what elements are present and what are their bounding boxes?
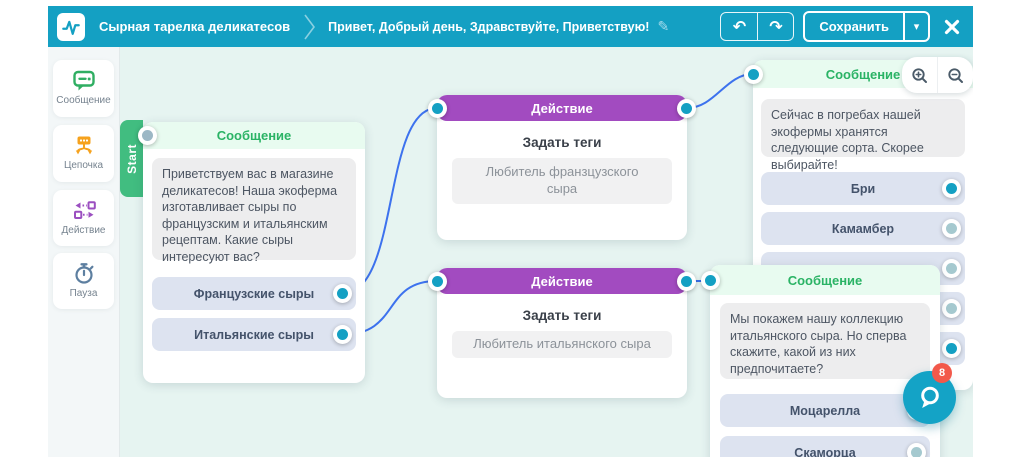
output-port[interactable] — [942, 299, 961, 318]
reply-button-label: Скаморца — [794, 445, 856, 458]
output-port[interactable] — [942, 259, 961, 278]
action-heading: Задать теги — [522, 308, 602, 323]
flow-canvas[interactable]: Start Сообщение Приветствуем вас в магаз… — [120, 47, 973, 457]
node-header: Действие — [428, 95, 696, 121]
flow-builder-window: Сырная тарелка деликатесов Привет, Добры… — [48, 6, 973, 457]
node-header: Сообщение — [138, 122, 365, 149]
app-logo — [57, 12, 85, 41]
start-tab-label: Start — [124, 143, 139, 174]
node-action-italian[interactable]: Действие Задать теги Любитель итальянско… — [428, 268, 696, 398]
output-port[interactable] — [677, 98, 696, 118]
save-dropdown-caret[interactable]: ▾ — [903, 13, 928, 40]
breadcrumb-chevron-icon — [304, 14, 316, 39]
node-header: Сообщение — [701, 265, 940, 295]
breadcrumb-bot-name[interactable]: Сырная тарелка деликатесов — [99, 19, 290, 34]
message-icon — [72, 70, 95, 91]
reply-button-french[interactable]: Французские сыры — [152, 277, 356, 310]
chat-unread-badge: 8 — [932, 363, 952, 383]
node-title: Сообщение — [787, 272, 863, 288]
zoom-in-button[interactable] — [902, 57, 937, 93]
input-port[interactable] — [428, 98, 447, 118]
reply-button-italian[interactable]: Итальянские сыры — [152, 318, 356, 351]
output-port[interactable] — [907, 443, 926, 457]
sidebar-item-chain[interactable]: Цепочка — [53, 125, 114, 182]
input-port[interactable] — [744, 64, 763, 84]
sidebar-item-pause[interactable]: Пауза — [53, 253, 114, 309]
reply-button-bri[interactable]: Бри — [761, 172, 965, 205]
sidebar-item-message[interactable]: Сообщение — [53, 60, 114, 117]
sidebar-item-label: Действие — [61, 225, 106, 236]
output-port[interactable] — [942, 339, 961, 358]
message-text: Сейчас в погребах нашей экофермы хранятс… — [761, 99, 965, 172]
sidebar-item-label: Сообщение — [56, 95, 111, 106]
node-header: Действие — [428, 268, 696, 294]
undo-button[interactable]: ↶ — [721, 13, 757, 40]
node-title: Действие — [531, 100, 593, 116]
chain-icon — [75, 136, 92, 155]
reply-button-scamorza[interactable]: Скаморца — [720, 436, 930, 457]
node-title: Действие — [531, 273, 593, 289]
node-message-start[interactable]: Сообщение Приветствуем вас в магазине де… — [138, 122, 365, 383]
input-port[interactable] — [701, 270, 720, 290]
close-icon — [944, 19, 960, 34]
reply-button-label: Камамбер — [831, 221, 895, 236]
sidebar-item-label: Пауза — [69, 288, 98, 299]
block-palette-sidebar: Сообщение Цепочка Действие Пауза — [48, 47, 120, 457]
node-message-italian-collection[interactable]: Сообщение Мы покажем нашу коллекцию итал… — [701, 265, 940, 457]
node-title: Сообщение — [825, 66, 901, 82]
magnifier-plus-icon — [912, 67, 927, 83]
input-port[interactable] — [428, 271, 447, 291]
reply-button-mozzarella[interactable]: Моцарелла — [720, 394, 930, 427]
undo-redo-group: ↶ ↷ — [720, 12, 795, 41]
reply-button-label: Бри — [850, 181, 876, 196]
reply-button-label: Моцарелла — [789, 403, 861, 418]
reply-button-label: Итальянские сыры — [194, 327, 314, 342]
tag-value: Любитель итальянского сыра — [452, 331, 672, 358]
reply-button-camembert[interactable]: Камамбер — [761, 212, 965, 245]
zoom-out-button[interactable] — [937, 57, 973, 93]
chat-bubble-icon — [921, 386, 939, 408]
pause-icon — [74, 263, 93, 284]
close-button[interactable] — [944, 19, 960, 35]
node-action-french[interactable]: Действие Задать теги Любитель франзцузск… — [428, 95, 696, 240]
tag-value: Любитель франзцузского сыра — [452, 158, 672, 204]
output-port[interactable] — [333, 284, 352, 303]
save-button[interactable]: Сохранить — [805, 13, 903, 40]
output-port[interactable] — [942, 179, 961, 198]
pulse-icon — [62, 20, 80, 35]
action-icon — [73, 201, 96, 219]
action-heading: Задать теги — [522, 135, 602, 150]
sidebar-item-action[interactable]: Действие — [53, 190, 114, 246]
output-port[interactable] — [942, 219, 961, 238]
flow-title: Привет, Добрый день, Здравствуйте, Приве… — [328, 19, 650, 34]
edit-title-icon[interactable]: ✎ — [657, 18, 669, 35]
topbar: Сырная тарелка деликатесов Привет, Добры… — [48, 6, 973, 47]
message-text: Мы покажем нашу коллекцию итальянского с… — [720, 303, 930, 379]
canvas-zoom-controls — [902, 57, 973, 93]
node-title: Сообщение — [216, 128, 292, 143]
reply-button-label: Французские сыры — [193, 286, 315, 301]
message-text: Приветствуем вас в магазине деликатесов!… — [152, 158, 356, 264]
output-port[interactable] — [333, 325, 352, 344]
save-button-group: Сохранить ▾ — [803, 11, 930, 42]
page: Сырная тарелка деликатесов Привет, Добры… — [0, 0, 1024, 461]
input-port[interactable] — [138, 126, 157, 145]
topbar-actions: ↶ ↷ Сохранить ▾ — [720, 11, 973, 42]
magnifier-minus-icon — [948, 67, 963, 83]
redo-button[interactable]: ↷ — [757, 13, 793, 40]
sidebar-item-label: Цепочка — [63, 160, 104, 171]
output-port[interactable] — [677, 271, 696, 291]
